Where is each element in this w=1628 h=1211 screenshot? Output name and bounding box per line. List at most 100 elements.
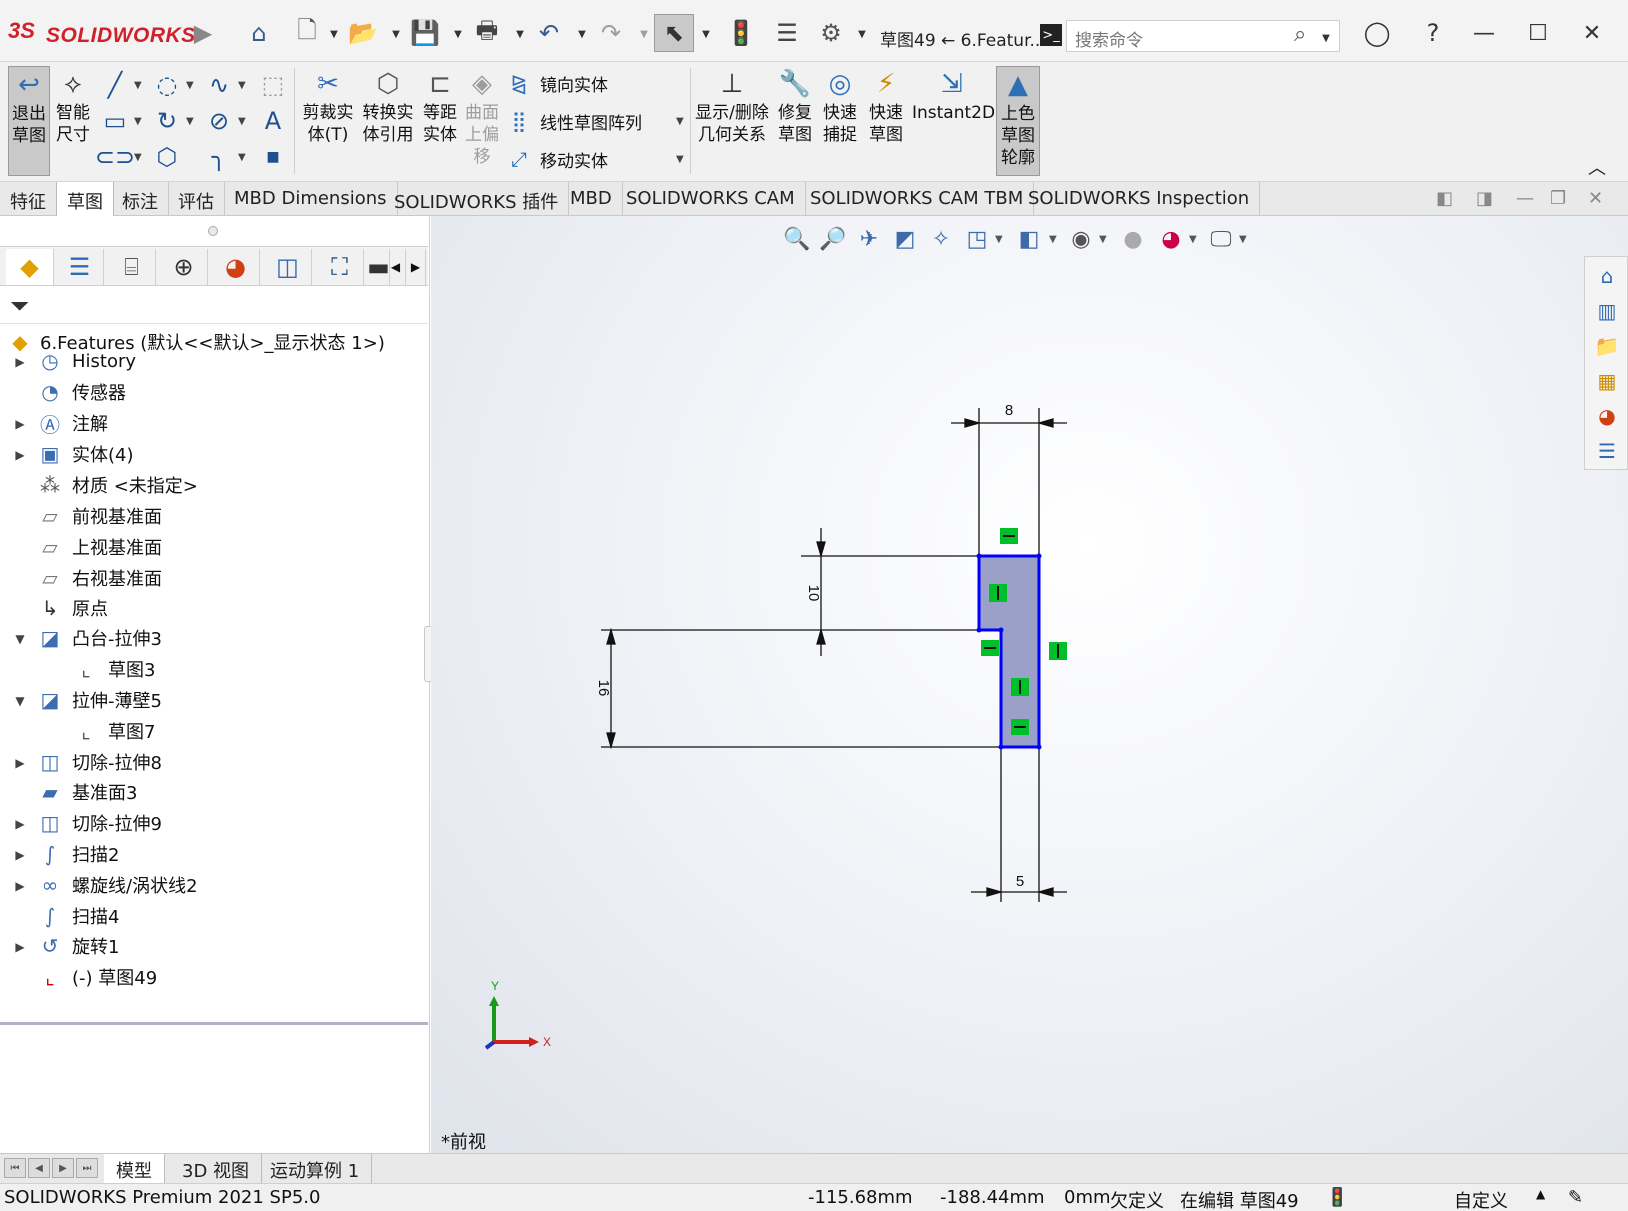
tree-item-top-plane[interactable]: ▱ 上视基准面 [36,532,162,562]
collapse-ribbon-icon[interactable]: ︿ [1588,154,1606,180]
tab-mbd-dimensions[interactable]: MBD Dimensions [224,182,398,216]
collapse-arrow-icon[interactable]: ▼ [12,694,28,708]
instant2d-button[interactable]: ⇲ Instant2D [912,66,995,176]
tree-item-cut-extrude8[interactable]: ◫ 切除-拉伸8 [36,747,162,777]
home-icon[interactable]: ⌂ [242,16,276,50]
tree-item-cut-extrude9[interactable]: ◫ 切除-拉伸9 [36,808,162,838]
exit-sketch-button[interactable]: ↩ 退出 草图 [8,66,50,176]
property-manager-tab-icon[interactable]: ☰ [56,249,104,285]
tree-item-front-plane[interactable]: ▱ 前视基准面 [36,501,162,531]
new-document-icon[interactable]: 🗋 [290,16,324,50]
sketch-point[interactable] [998,744,1004,750]
maximize-button[interactable]: ☐ [1518,16,1558,50]
collapse-arrow-icon[interactable]: ▼ [12,632,28,646]
undo-icon[interactable]: ↶ [532,16,566,50]
dimension-bottom-width[interactable]: 5 [1016,873,1024,890]
pattern-dropdown-icon[interactable]: ▼ [676,116,684,127]
expand-arrow-icon[interactable]: ▶ [12,355,28,369]
rollback-bar[interactable] [0,1022,428,1025]
tab-solidworks-inspection[interactable]: SOLIDWORKS Inspection [1018,182,1261,216]
dimxpert-tab-icon[interactable]: ⊕ [160,249,208,285]
rebuild-status-icon[interactable]: 🚦 [1326,1187,1348,1208]
smart-dimension-button[interactable]: ⟡ 智能 尺寸 [52,66,94,176]
shaded-sketch-contours-button[interactable]: ▲ 上色 草图 轮廓 [996,66,1040,176]
tab-sketch[interactable]: 草图 [56,182,114,216]
viewport-restore-icon[interactable]: ❐ [1550,188,1566,209]
tab-motion-study[interactable]: 运动算例 1 [258,1154,373,1184]
expand-arrow-icon[interactable]: ▶ [12,817,28,831]
graphics-area[interactable]: 🔍 🔎 ✈ ◩ ✧ ◳ ▼ ◧ ▼ ◉ ▼ ● ◕ ▼ 🖵 ▼ ⌂ ▥ 📁 ▦ … [431,216,1628,1153]
sketch-point[interactable] [976,627,982,633]
sketch-drawing[interactable]: 8 10 16 5 Y X [431,216,1628,1153]
dimension-lower-height[interactable]: 16 [595,680,612,697]
line-icon[interactable]: ╱ [100,70,130,100]
linear-sketch-pattern-button[interactable]: ⣿ 线性草图阵列 [506,106,642,136]
rebuild-traffic-light-icon[interactable]: 🚦 [724,16,758,50]
polygon-icon[interactable]: ⬡ [152,142,182,172]
sketch-point[interactable] [1036,553,1042,559]
tree-item-annotations[interactable]: Ⓐ 注解 [36,408,108,438]
search-dropdown-icon[interactable]: ▼ [1320,32,1332,44]
text-box-icon[interactable]: ⬚ [258,70,288,100]
circle-dropdown-icon[interactable]: ▼ [186,80,194,91]
rectangle-dropdown-icon[interactable]: ▼ [134,116,142,127]
first-tab-icon[interactable]: ⏮ [4,1158,26,1178]
tab-annotation[interactable]: 标注 [112,182,169,216]
tab-evaluate[interactable]: 评估 [168,182,225,216]
panel-handle[interactable] [208,226,218,236]
cam-operation-tree-tab-icon[interactable]: ⛶ [316,249,364,285]
tree-item-sensors[interactable]: ◔ 传感器 [36,377,126,407]
undo-dropdown-icon[interactable]: ▼ [576,28,588,40]
display-delete-relations-button[interactable]: ⊥ 显示/删除 几何关系 [692,66,772,176]
feature-manager-tab-icon[interactable]: ◆ [6,249,54,285]
tab-features[interactable]: 特征 [0,182,57,216]
tab-solidworks-cam[interactable]: SOLIDWORKS CAM [616,182,806,216]
mirror-entities-button[interactable]: ⧎ 镜向实体 [506,68,608,98]
tree-item-sketch7[interactable]: ⌞ 草图7 [72,716,155,746]
redo-icon[interactable]: ↷ [594,16,628,50]
expand-arrow-icon[interactable]: ▶ [12,879,28,893]
spline-icon[interactable]: ∿ [204,70,234,100]
tabs-scroll-left-icon[interactable]: ◀ [386,249,406,285]
tree-item-sweep2[interactable]: ∫ 扫描2 [36,839,120,869]
repair-sketch-button[interactable]: 🔧 修复 草图 [774,66,816,176]
dimension-top-width[interactable]: 8 [1005,402,1013,419]
tree-item-sketch3[interactable]: ⌞ 草图3 [72,654,155,684]
next-tab-icon[interactable]: ▶ [52,1158,74,1178]
fillet-dropdown-icon[interactable]: ▼ [238,152,246,163]
viewport-tile-right-icon[interactable]: ◨ [1476,188,1493,209]
tree-item-sweep4[interactable]: ∫ 扫描4 [36,901,120,931]
print-icon[interactable]: 🖶 [470,16,504,50]
slot-dropdown-icon[interactable]: ▼ [134,152,142,163]
fillet-icon[interactable]: ╮ [204,142,234,172]
tree-item-revolve1[interactable]: ↺ 旋转1 [36,931,120,961]
file-properties-icon[interactable]: ☰ [770,16,804,50]
flyout-arrow-icon[interactable]: ▶ [186,16,220,50]
viewport-close-icon[interactable]: ✕ [1588,188,1603,209]
open-dropdown-icon[interactable]: ▼ [390,28,402,40]
save-dropdown-icon[interactable]: ▼ [452,28,464,40]
spline-dropdown-icon[interactable]: ▼ [238,80,246,91]
ellipse-icon[interactable]: ⊘ [204,106,234,136]
tree-item-history[interactable]: ◷ History [36,346,136,376]
user-icon[interactable]: ◯ [1360,16,1394,50]
move-dropdown-icon[interactable]: ▼ [676,154,684,165]
new-dropdown-icon[interactable]: ▼ [328,28,340,40]
save-icon[interactable]: 💾 [408,16,442,50]
options-dropdown-icon[interactable]: ▼ [856,28,868,40]
rectangle-icon[interactable]: ▭ [100,106,130,136]
dimension-step-height[interactable]: 10 [805,585,822,602]
tree-item-material[interactable]: ⁂ 材质 <未指定> [36,470,198,500]
units-dropdown-icon[interactable]: ▲ [1536,1187,1545,1201]
tree-item-right-plane[interactable]: ▱ 右视基准面 [36,563,162,593]
print-dropdown-icon[interactable]: ▼ [514,28,526,40]
circle-icon[interactable]: ◌ [152,70,182,100]
quick-snaps-button[interactable]: ◎ 快速 捕捉 [820,66,860,176]
expand-arrow-icon[interactable]: ▶ [12,417,28,431]
unit-system[interactable]: 自定义 [1454,1187,1508,1211]
convert-entities-button[interactable]: ⬡ 转换实 体引用 [360,66,416,176]
offset-entities-button[interactable]: ⊏ 等距 实体 [420,66,460,176]
close-button[interactable]: ✕ [1572,16,1612,50]
tree-item-thin-extrude5[interactable]: ◪ 拉伸-薄壁5 [36,685,162,715]
sketch-point[interactable] [1036,744,1042,750]
